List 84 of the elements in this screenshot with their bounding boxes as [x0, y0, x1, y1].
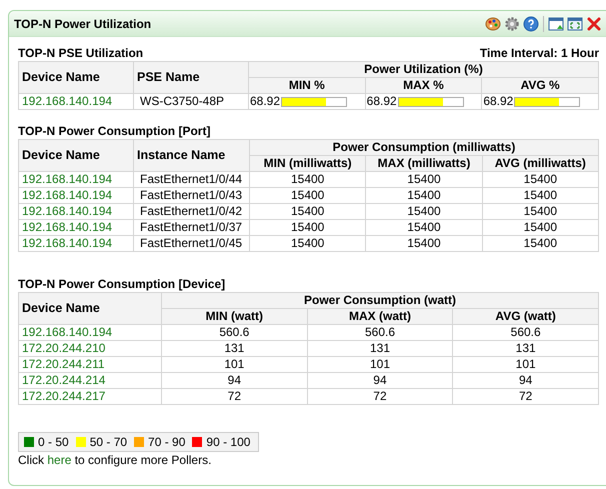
column-group-header: Power Consumption (watt) [162, 292, 598, 309]
device-link[interactable]: 172.20.244.210 [18, 340, 162, 357]
section-title: TOP-N Power Consumption [Port] [18, 124, 210, 138]
table-cell: 560.6 [307, 324, 453, 341]
table-cell: 15400 [250, 188, 366, 204]
column-header: MAX (milliwatts) [366, 156, 482, 172]
column-header: MIN % [248, 78, 366, 94]
utilization-value: 68.92 [483, 94, 514, 110]
device-link[interactable]: 192.168.140.194 [18, 188, 134, 204]
device-link[interactable]: 192.168.140.194 [18, 172, 134, 188]
column-header: Device Name [18, 292, 162, 325]
device-link[interactable]: 192.168.140.194 [18, 324, 162, 341]
table-cell: FastEthernet1/0/45 [134, 236, 250, 252]
help-icon[interactable] [523, 16, 539, 32]
column-header: MAX % [365, 78, 482, 94]
table-cell: 94 [307, 372, 453, 389]
device-link[interactable]: 172.20.244.214 [18, 372, 162, 389]
device-link[interactable]: 192.168.140.194 [18, 220, 134, 236]
table-cell: 15400 [482, 188, 598, 204]
utilization-value: 68.92 [250, 94, 280, 110]
column-header: Instance Name [134, 140, 250, 172]
table-cell: 15400 [366, 236, 482, 252]
table-cell: 131 [452, 340, 598, 357]
table-cell: 15400 [250, 220, 366, 236]
utilization-value: 68.92 [366, 94, 397, 110]
table-cell: 560.6 [452, 324, 598, 341]
table-cell: FastEthernet1/0/43 [134, 188, 250, 204]
legend-label: 90 - 100 [206, 435, 250, 450]
legend-label: 70 - 90 [148, 435, 186, 450]
device-link[interactable]: 192.168.140.194 [18, 236, 134, 252]
table-cell: 15400 [250, 204, 366, 220]
column-header: Device Name [18, 62, 134, 94]
column-header: AVG % [482, 78, 598, 94]
legend-label: 50 - 70 [90, 435, 128, 450]
section-title: TOP-N Power Consumption [Device] [18, 277, 226, 292]
column-group-header: Power Consumption (milliwatts) [250, 140, 598, 156]
table-cell: 15400 [366, 204, 482, 220]
column-header: PSE Name [134, 62, 248, 94]
column-header: MIN (milliwatts) [250, 156, 366, 172]
table-cell: 15400 [482, 220, 598, 236]
footer-text: Click here to configure more Pollers. [18, 453, 212, 468]
table-cell: 94 [452, 372, 598, 389]
table-cell: 101 [162, 356, 308, 373]
table-cell: 72 [307, 388, 453, 405]
table-cell: 101 [307, 356, 453, 373]
time-interval: Time Interval: 1 Hour [480, 46, 599, 60]
table-cell: 560.6 [162, 324, 308, 341]
table-cell: 15400 [482, 236, 598, 252]
window-title: TOP-N Power Utilization [14, 16, 152, 30]
settings-icon[interactable] [504, 16, 520, 32]
table-cell: 94 [162, 372, 308, 389]
table-cell: FastEthernet1/0/42 [134, 204, 250, 220]
column-header: AVG (watt) [452, 308, 598, 325]
table-cell: 15400 [482, 204, 598, 220]
column-header: MIN (watt) [162, 308, 308, 325]
column-group-header: Power Utilization (%) [248, 62, 598, 78]
column-header: Device Name [18, 140, 134, 172]
device-link[interactable]: 172.20.244.211 [18, 356, 162, 373]
table-cell: 131 [307, 340, 453, 357]
column-header: AVG (milliwatts) [482, 156, 598, 172]
legend-label: 0 - 50 [38, 435, 69, 450]
table-cell: 101 [452, 356, 598, 373]
table-cell: 15400 [366, 172, 482, 188]
table-cell: 15400 [250, 236, 366, 252]
table-cell: FastEthernet1/0/37 [134, 220, 250, 236]
table-cell: 72 [162, 388, 308, 405]
device-link[interactable]: 172.20.244.217 [18, 388, 162, 405]
table-cell: WS-C3750-48P [134, 94, 248, 110]
palette-icon[interactable] [485, 16, 501, 32]
column-header: MAX (watt) [307, 308, 453, 325]
here-link[interactable]: here [47, 453, 72, 468]
device-link[interactable]: 192.168.140.194 [18, 94, 134, 110]
table-cell: 15400 [366, 188, 482, 204]
section-title: TOP-N PSE Utilization [18, 46, 144, 60]
table-cell: 15400 [250, 172, 366, 188]
table-cell: 15400 [482, 172, 598, 188]
table-cell: FastEthernet1/0/44 [134, 172, 250, 188]
maximize-icon[interactable] [567, 16, 583, 32]
table-cell: 131 [162, 340, 308, 357]
close-icon[interactable] [586, 16, 602, 32]
table-cell: 15400 [366, 220, 482, 236]
window-icon[interactable] [548, 16, 564, 32]
device-link[interactable]: 192.168.140.194 [18, 204, 134, 220]
table-cell: 72 [452, 388, 598, 405]
